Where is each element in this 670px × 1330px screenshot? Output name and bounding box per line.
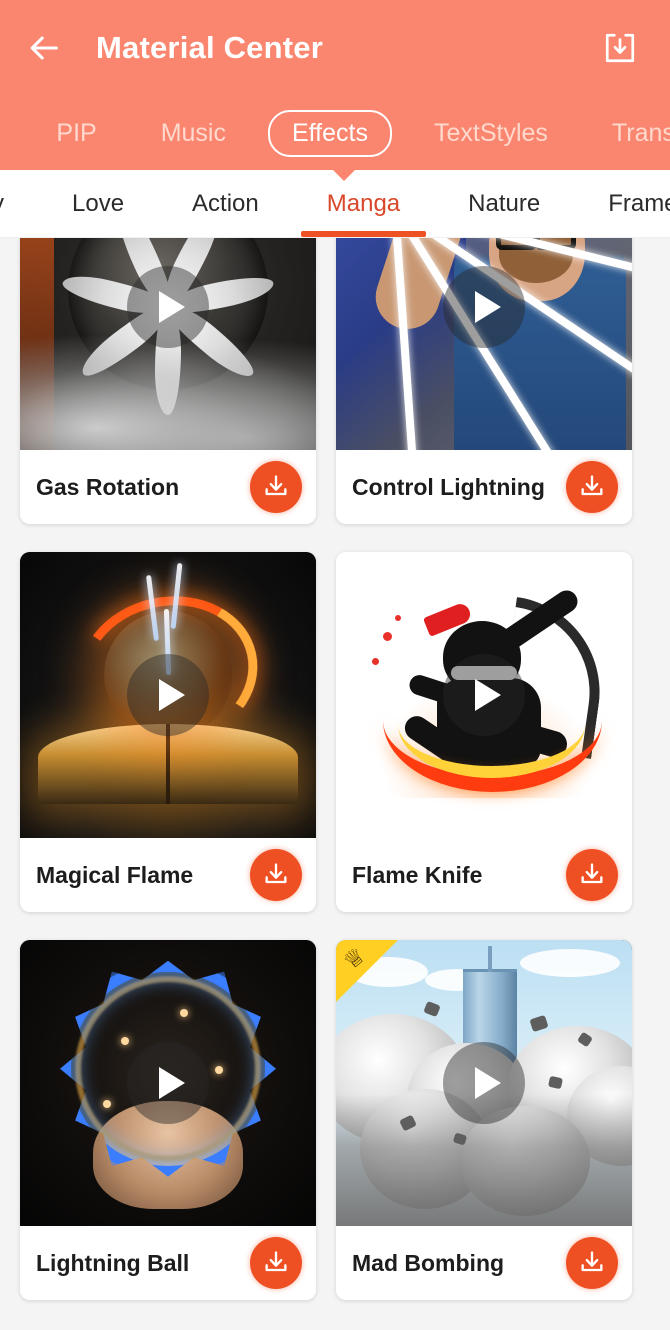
- my-downloads-button[interactable]: [596, 24, 644, 72]
- download-tray-icon: [605, 33, 635, 63]
- play-icon: [159, 291, 185, 323]
- play-button[interactable]: [443, 654, 525, 736]
- tab-textstyles[interactable]: TextStyles: [402, 120, 580, 146]
- card-title: Mad Bombing: [352, 1249, 505, 1276]
- tab-pip[interactable]: PIP: [24, 120, 128, 146]
- card-footer: Gas Rotation: [20, 450, 316, 524]
- card-thumbnail[interactable]: [20, 238, 316, 450]
- download-tray-icon: [581, 475, 603, 496]
- header-top-bar: Material Center: [0, 0, 670, 96]
- category-action[interactable]: Action: [158, 170, 293, 237]
- card-footer: Lightning Ball: [20, 1226, 316, 1300]
- play-icon: [159, 679, 185, 711]
- play-button[interactable]: [443, 266, 525, 348]
- download-button[interactable]: [250, 1237, 302, 1289]
- card-thumbnail[interactable]: [336, 238, 632, 450]
- active-tab-caret: [332, 169, 356, 181]
- material-card[interactable]: Lightning Ball: [20, 940, 316, 1300]
- card-thumbnail[interactable]: [20, 552, 316, 838]
- material-card[interactable]: Magical Flame: [20, 552, 316, 912]
- play-icon: [159, 1067, 185, 1099]
- card-footer: Magical Flame: [20, 838, 316, 912]
- download-button[interactable]: [566, 1237, 618, 1289]
- card-title: Flame Knife: [352, 861, 483, 888]
- page-title: Material Center: [96, 30, 323, 65]
- download-tray-icon: [581, 863, 603, 884]
- arrow-left-icon: [30, 36, 58, 60]
- material-card[interactable]: Flame Knife: [336, 552, 632, 912]
- play-icon: [475, 291, 501, 323]
- download-button[interactable]: [250, 461, 302, 513]
- material-type-tabs[interactable]: es PIP Music Effects TextStyles Transiti: [0, 96, 670, 170]
- play-button[interactable]: [127, 266, 209, 348]
- tab-clipped-left[interactable]: es: [0, 121, 24, 146]
- play-button[interactable]: [443, 1042, 525, 1124]
- material-center-screen: Material Center es PIP Music Effects Tex…: [0, 0, 670, 1330]
- card-footer: Mad Bombing: [336, 1226, 632, 1300]
- category-clipped-left[interactable]: my: [0, 170, 38, 237]
- tab-effects[interactable]: Effects: [268, 109, 392, 157]
- card-thumbnail[interactable]: [20, 940, 316, 1226]
- play-button[interactable]: [127, 1042, 209, 1124]
- card-title: Lightning Ball: [36, 1249, 190, 1276]
- category-manga[interactable]: Manga: [293, 170, 434, 237]
- app-header: Material Center es PIP Music Effects Tex…: [0, 0, 670, 181]
- download-tray-icon: [265, 863, 287, 884]
- material-card[interactable]: Gas Rotation: [20, 238, 316, 524]
- download-button[interactable]: [566, 461, 618, 513]
- download-button[interactable]: [566, 849, 618, 901]
- download-tray-icon: [265, 475, 287, 496]
- play-icon: [475, 1067, 501, 1099]
- category-love[interactable]: Love: [38, 170, 158, 237]
- card-footer: Control Lightning: [336, 450, 632, 524]
- play-icon: [475, 679, 501, 711]
- card-thumbnail[interactable]: ♕: [336, 940, 632, 1226]
- material-card[interactable]: Control Lightning: [336, 238, 632, 524]
- material-card[interactable]: ♕ Mad Bombing: [336, 940, 632, 1300]
- download-tray-icon: [265, 1251, 287, 1272]
- download-tray-icon: [581, 1251, 603, 1272]
- back-button[interactable]: [22, 25, 68, 71]
- category-frame[interactable]: Frame: [574, 170, 670, 237]
- play-button[interactable]: [127, 654, 209, 736]
- card-title: Gas Rotation: [36, 473, 180, 500]
- card-title: Control Lightning: [352, 473, 545, 500]
- tab-music[interactable]: Music: [129, 120, 258, 146]
- category-nature[interactable]: Nature: [434, 170, 574, 237]
- material-grid-scroll[interactable]: Gas Rotation Control Lightning Magical F…: [0, 238, 670, 1330]
- card-footer: Flame Knife: [336, 838, 632, 912]
- tab-transitions[interactable]: Transiti: [580, 120, 670, 146]
- card-thumbnail[interactable]: [336, 552, 632, 838]
- card-title: Magical Flame: [36, 861, 194, 888]
- material-grid: Gas Rotation Control Lightning Magical F…: [0, 238, 670, 1300]
- download-button[interactable]: [250, 849, 302, 901]
